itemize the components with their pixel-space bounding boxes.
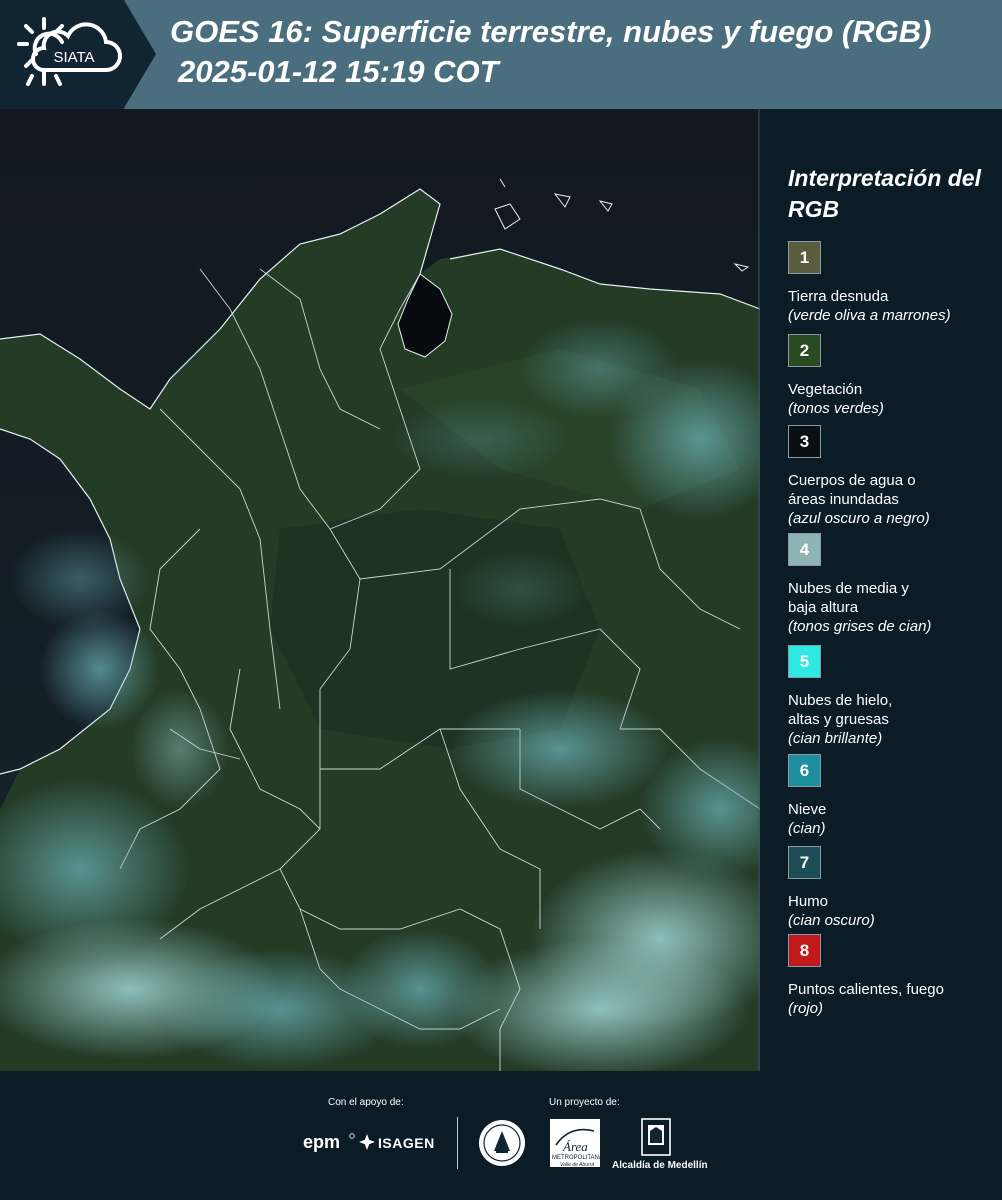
siata-logo: SIATA: [17, 17, 122, 86]
legend-swatch: 1: [788, 241, 821, 274]
legend-swatch: 7: [788, 846, 821, 879]
page-timestamp: 2025-01-12 15:19 COT: [178, 54, 499, 89]
seal-logo: [479, 1120, 525, 1166]
legend-label: Nubes de hielo, altas y gruesas: [788, 692, 893, 728]
legend-sublabel: (cian oscuro): [788, 912, 875, 929]
legend-sublabel: (verde oliva a marrones): [788, 307, 951, 324]
metro-sub2: Valle de Aburrá: [560, 1162, 595, 1168]
footer-divider: [457, 1117, 458, 1169]
legend-swatch: 8: [788, 934, 821, 967]
legend-label: Nubes de media y baja altura: [788, 580, 909, 616]
metro-title: Área: [563, 1139, 588, 1154]
project-label: Un proyecto de:: [549, 1097, 620, 1108]
support-label: Con el apoyo de:: [328, 1097, 404, 1108]
metro-sub: METROPOLITANA: [552, 1155, 603, 1161]
legend-label: Nieve: [788, 801, 827, 818]
registered-icon: [349, 1133, 355, 1139]
legend-swatch: 5: [788, 645, 821, 678]
legend-item: 7 Humo (cian oscuro): [788, 846, 998, 930]
legend-item: 5 Nubes de hielo, altas y gruesas (cian br…: [788, 645, 998, 748]
alcaldia-label: Alcaldía de Medellín: [612, 1160, 708, 1171]
legend-sublabel: (cian): [788, 820, 826, 837]
epm-logo: epm: [303, 1132, 341, 1152]
legend-sublabel: (azul oscuro a negro): [788, 510, 930, 527]
legend-label: Vegetación: [788, 381, 863, 398]
legend-label: Tierra desnuda: [788, 288, 889, 305]
legend-item: 4 Nubes de media y baja altura (tonos gris…: [788, 533, 998, 636]
legend-swatch: 6: [788, 754, 821, 787]
footer: Con el apoyo de: Un proyecto de: epm ISA…: [0, 1071, 1002, 1200]
header: SIATA GOES 16: Superficie terrestre, nub…: [0, 0, 1002, 109]
legend-sublabel: (rojo): [788, 1000, 824, 1017]
logo-chevron: [124, 0, 156, 108]
legend-sublabel: (cian brillante): [788, 730, 883, 747]
legend-swatch: 3: [788, 425, 821, 458]
legend-panel: Interpretación del RGB 1 Tierra desnuda (v…: [762, 109, 1002, 1071]
isagen-logo: ISAGEN: [378, 1135, 435, 1151]
legend-title: Interpretación del RGB: [788, 165, 981, 222]
page-title: GOES 16: Superficie terrestre, nubes y f…: [170, 14, 932, 49]
isagen-icon: [359, 1134, 375, 1150]
legend-item: 6 Nieve (cian): [788, 754, 998, 838]
legend-label: Puntos calientes, fuego: [788, 981, 944, 998]
legend-swatch: 2: [788, 334, 821, 367]
legend-swatch: 4: [788, 533, 821, 566]
legend-item: 8 Puntos calientes, fuego (rojo): [788, 934, 998, 1018]
logo-text: SIATA: [53, 49, 94, 66]
legend-sublabel: (tonos grises de cian): [788, 618, 932, 635]
legend-sublabel: (tonos verdes): [788, 400, 884, 417]
legend-label: Cuerpos de agua o áreas inundadas: [788, 472, 916, 508]
alcaldia-shield-icon: [641, 1118, 671, 1156]
satellite-map: [0, 109, 760, 1071]
legend-label: Humo: [788, 893, 829, 910]
legend-item: 1 Tierra desnuda (verde oliva a marrones): [788, 241, 998, 325]
legend-item: 2 Vegetación (tonos verdes): [788, 334, 998, 418]
legend-item: 3 Cuerpos de agua o áreas inundadas (azul …: [788, 425, 998, 528]
